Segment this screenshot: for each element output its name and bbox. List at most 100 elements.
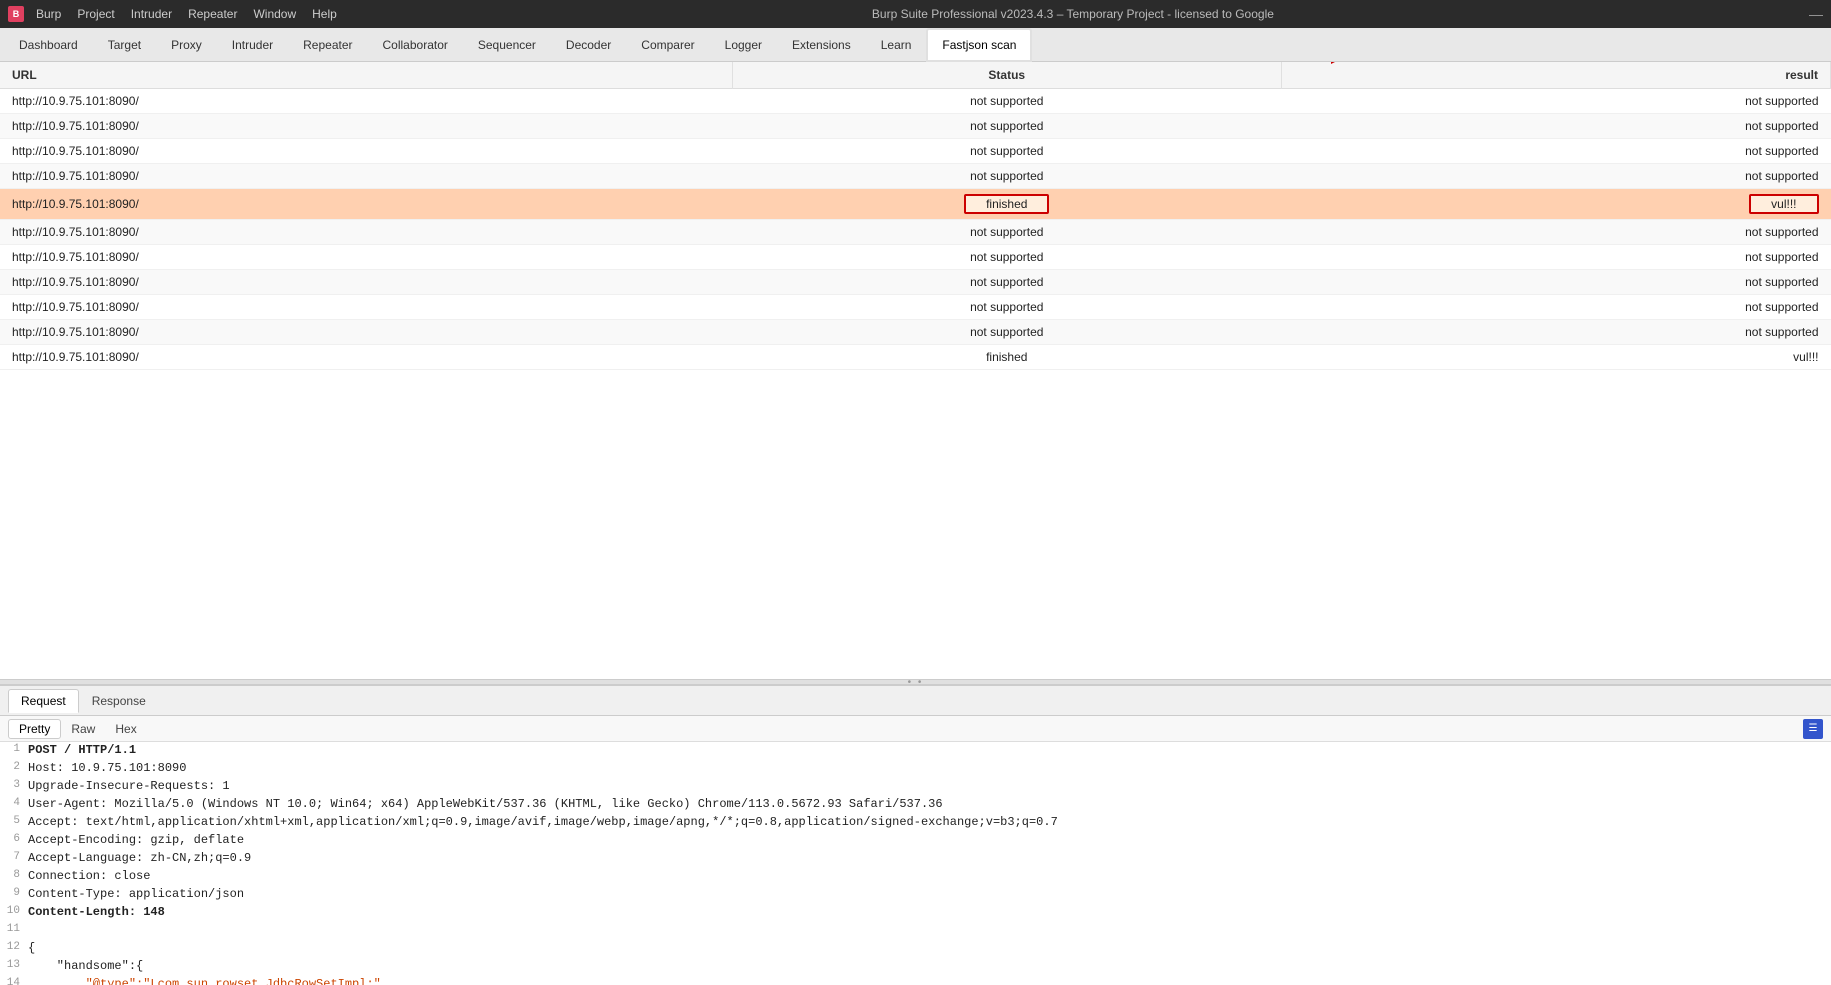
tab-collaborator[interactable]: Collaborator [368, 28, 463, 62]
tab-extensions[interactable]: Extensions [777, 28, 866, 62]
subtab-pretty[interactable]: Pretty [8, 719, 61, 739]
menu-bar: Burp Project Intruder Repeater Window He… [36, 7, 337, 21]
line-number: 1 [0, 743, 28, 755]
title-left: B Burp Project Intruder Repeater Window … [8, 6, 337, 22]
line-number: 9 [0, 887, 28, 899]
sub-tabs: Pretty Raw Hex ☰ [0, 716, 1831, 742]
cell-result: not supported [1281, 245, 1830, 270]
tab-comparer[interactable]: Comparer [626, 28, 709, 62]
line-content: { [28, 941, 1831, 955]
menu-intruder[interactable]: Intruder [131, 7, 172, 21]
line-content: Host: 10.9.75.101:8090 [28, 761, 1831, 775]
table-row[interactable]: http://10.9.75.101:8090/not supportednot… [0, 245, 1831, 270]
cell-url: http://10.9.75.101:8090/ [0, 320, 732, 345]
tab-sequencer[interactable]: Sequencer [463, 28, 551, 62]
line-content: Content-Length: 148 [28, 905, 1831, 919]
code-line: 13 "handsome":{ [0, 958, 1831, 976]
code-line: 9Content-Type: application/json [0, 886, 1831, 904]
line-content: Connection: close [28, 869, 1831, 883]
scan-results-table: URL Status result http://10.9.75.101:809… [0, 62, 1831, 370]
cell-result: not supported [1281, 89, 1830, 114]
code-line: 3Upgrade-Insecure-Requests: 1 [0, 778, 1831, 796]
tab-dashboard[interactable]: Dashboard [4, 28, 93, 62]
line-number: 6 [0, 833, 28, 845]
cell-result: not supported [1281, 295, 1830, 320]
table-row[interactable]: http://10.9.75.101:8090/not supportednot… [0, 320, 1831, 345]
cell-result: not supported [1281, 114, 1830, 139]
cell-result: vul!!! [1281, 345, 1830, 370]
code-line: 7Accept-Language: zh-CN,zh;q=0.9 [0, 850, 1831, 868]
tab-intruder[interactable]: Intruder [217, 28, 288, 62]
line-content: Accept: text/html,application/xhtml+xml,… [28, 815, 1831, 829]
table-row[interactable]: http://10.9.75.101:8090/not supportednot… [0, 295, 1831, 320]
menu-burp[interactable]: Burp [36, 7, 61, 21]
cell-status: not supported [732, 220, 1281, 245]
tab-logger[interactable]: Logger [710, 28, 777, 62]
code-line: 12{ [0, 940, 1831, 958]
col-status: Status [732, 62, 1281, 89]
app-icon: B [8, 6, 24, 22]
line-number: 3 [0, 779, 28, 791]
tab-response[interactable]: Response [79, 689, 159, 713]
table-row[interactable]: http://10.9.75.101:8090/not supportednot… [0, 114, 1831, 139]
cell-url: http://10.9.75.101:8090/ [0, 139, 732, 164]
tab-fastjson[interactable]: Fastjson scan [926, 28, 1032, 62]
line-content: "@type":"Lcom.sun.rowset.JdbcRowSetImpl;… [28, 977, 1831, 985]
cell-status: not supported [732, 295, 1281, 320]
cell-status: finished [732, 189, 1281, 220]
cell-status: not supported [732, 139, 1281, 164]
subtab-raw[interactable]: Raw [61, 720, 105, 738]
tab-proxy[interactable]: Proxy [156, 28, 217, 62]
cell-result: not supported [1281, 270, 1830, 295]
line-content: Upgrade-Insecure-Requests: 1 [28, 779, 1831, 793]
cell-status: not supported [732, 245, 1281, 270]
cell-url: http://10.9.75.101:8090/ [0, 270, 732, 295]
inspector-area: ☰ [1803, 719, 1823, 739]
window-title: Burp Suite Professional v2023.4.3 – Temp… [872, 7, 1274, 21]
menu-project[interactable]: Project [77, 7, 114, 21]
line-number: 11 [0, 923, 28, 935]
line-number: 14 [0, 977, 28, 985]
cell-status: not supported [732, 270, 1281, 295]
line-number: 8 [0, 869, 28, 881]
table-row[interactable]: http://10.9.75.101:8090/finishedvul!!! [0, 189, 1831, 220]
line-content: Content-Type: application/json [28, 887, 1831, 901]
tab-repeater[interactable]: Repeater [288, 28, 367, 62]
line-number: 12 [0, 941, 28, 953]
cell-result: vul!!! [1281, 189, 1830, 220]
cell-url: http://10.9.75.101:8090/ [0, 245, 732, 270]
cell-status: not supported [732, 164, 1281, 189]
cell-result: not supported [1281, 164, 1830, 189]
table-row[interactable]: http://10.9.75.101:8090/not supportednot… [0, 89, 1831, 114]
code-line: 2Host: 10.9.75.101:8090 [0, 760, 1831, 778]
menu-window[interactable]: Window [253, 7, 296, 21]
code-line: 11 [0, 922, 1831, 940]
line-number: 10 [0, 905, 28, 917]
code-line: 8Connection: close [0, 868, 1831, 886]
table-row[interactable]: http://10.9.75.101:8090/not supportednot… [0, 164, 1831, 189]
minimize-button[interactable]: — [1809, 6, 1823, 22]
tab-learn[interactable]: Learn [866, 28, 927, 62]
inspector-icon[interactable]: ☰ [1803, 719, 1823, 739]
cell-result: not supported [1281, 139, 1830, 164]
tab-request[interactable]: Request [8, 689, 79, 713]
tab-target[interactable]: Target [93, 28, 156, 62]
table-row[interactable]: http://10.9.75.101:8090/not supportednot… [0, 220, 1831, 245]
menu-help[interactable]: Help [312, 7, 337, 21]
cell-url: http://10.9.75.101:8090/ [0, 164, 732, 189]
cell-url: http://10.9.75.101:8090/ [0, 114, 732, 139]
title-bar: B Burp Project Intruder Repeater Window … [0, 0, 1831, 28]
table-row[interactable]: http://10.9.75.101:8090/not supportednot… [0, 139, 1831, 164]
line-content: Accept-Language: zh-CN,zh;q=0.9 [28, 851, 1831, 865]
cell-result: not supported [1281, 320, 1830, 345]
table-row[interactable]: http://10.9.75.101:8090/not supportednot… [0, 270, 1831, 295]
cell-url: http://10.9.75.101:8090/ [0, 295, 732, 320]
menu-repeater[interactable]: Repeater [188, 7, 237, 21]
tab-decoder[interactable]: Decoder [551, 28, 626, 62]
line-content: "handsome":{ [28, 959, 1831, 973]
cell-status: not supported [732, 320, 1281, 345]
table-row[interactable]: http://10.9.75.101:8090/finishedvul!!! [0, 345, 1831, 370]
cell-url: http://10.9.75.101:8090/ [0, 189, 732, 220]
cell-url: http://10.9.75.101:8090/ [0, 89, 732, 114]
subtab-hex[interactable]: Hex [105, 720, 146, 738]
